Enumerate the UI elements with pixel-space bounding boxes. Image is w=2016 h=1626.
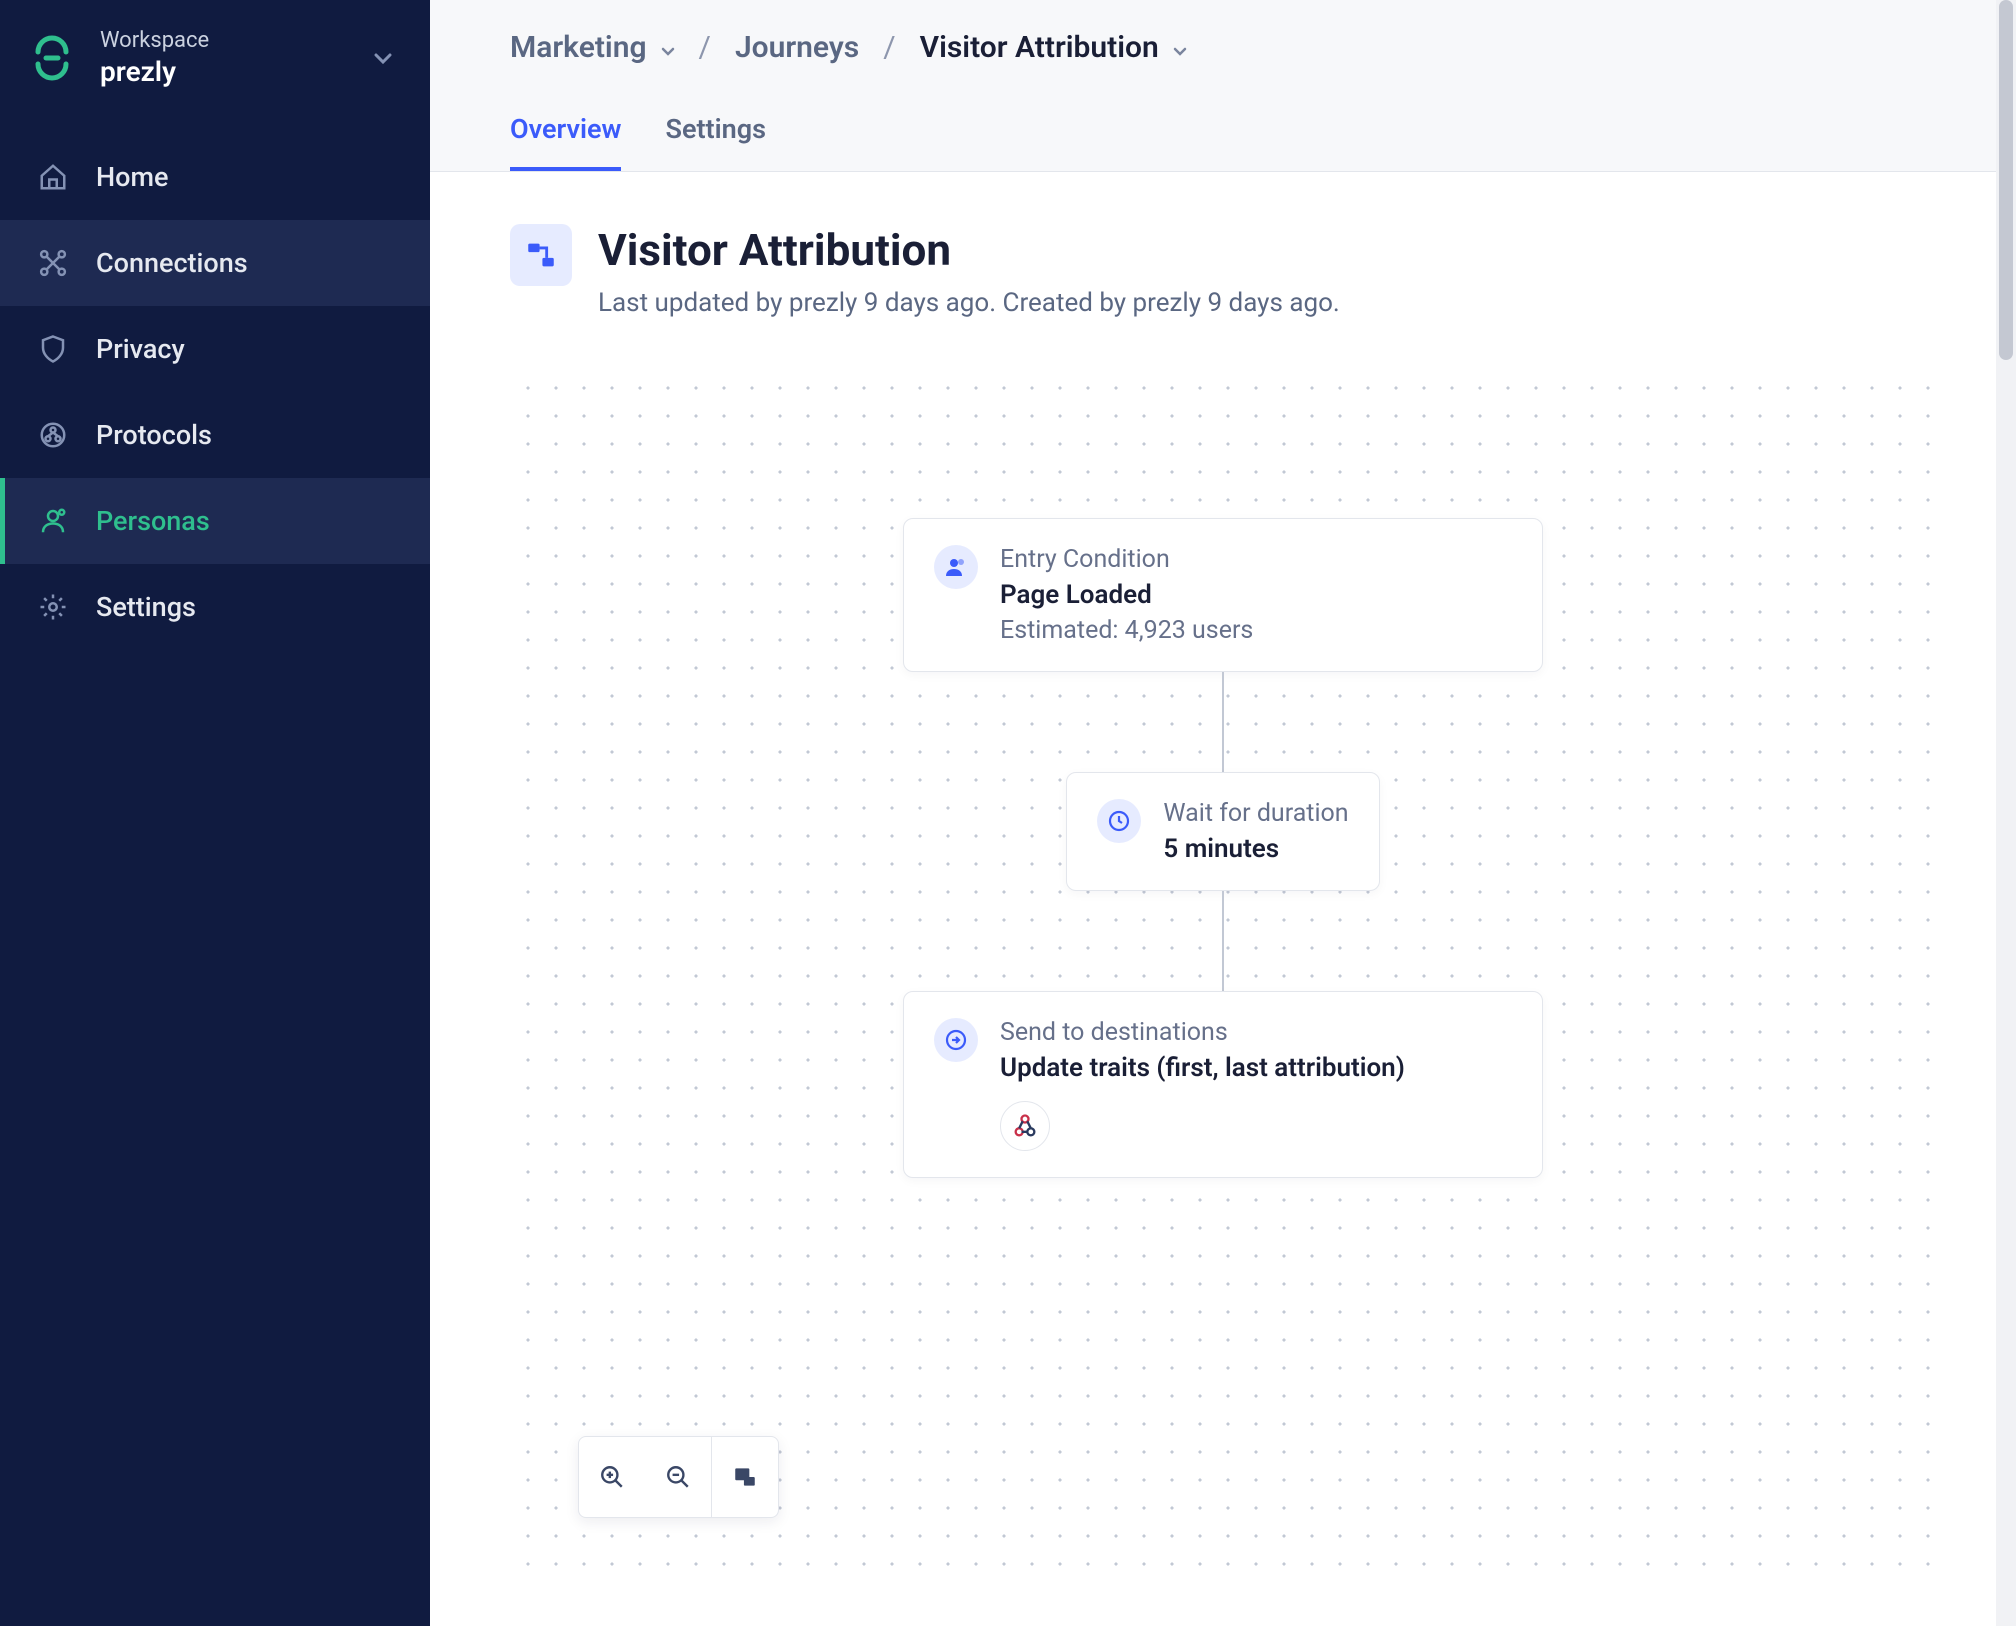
breadcrumb: Marketing / Journeys / Visitor Attributi…: [510, 30, 1936, 65]
flow-connector: [1222, 672, 1224, 772]
home-icon: [36, 160, 70, 194]
clock-icon: [1097, 799, 1141, 843]
workspace-switcher[interactable]: Workspace prezly: [0, 0, 430, 124]
header: Marketing / Journeys / Visitor Attributi…: [430, 0, 2016, 172]
flow-node-entry[interactable]: Entry Condition Page Loaded Estimated: 4…: [903, 518, 1543, 672]
content: Visitor Attribution Last updated by prez…: [430, 172, 2016, 1626]
journey-canvas[interactable]: Entry Condition Page Loaded Estimated: 4…: [510, 370, 1936, 1586]
canvas-toolbar: [578, 1436, 779, 1518]
chevron-down-icon: [374, 50, 392, 69]
tabs: Overview Settings: [510, 113, 1936, 171]
zoom-out-button[interactable]: [645, 1437, 711, 1517]
sidebar-item-label: Home: [96, 161, 168, 193]
sidebar-item-connections[interactable]: Connections: [0, 220, 430, 306]
workspace-label: Workspace: [100, 28, 209, 53]
breadcrumb-label: Visitor Attribution: [920, 30, 1159, 65]
sidebar-item-label: Privacy: [96, 333, 185, 365]
chevron-down-icon: [661, 30, 675, 65]
sidebar-item-label: Protocols: [96, 419, 212, 451]
scrollbar-thumb[interactable]: [1999, 0, 2013, 360]
connections-icon: [36, 246, 70, 280]
webhook-destination-icon: [1000, 1101, 1050, 1151]
sidebar-item-protocols[interactable]: Protocols: [0, 392, 430, 478]
node-estimate: Estimated: 4,923 users: [1000, 616, 1253, 645]
journey-icon: [510, 224, 572, 286]
logo-icon: [28, 34, 76, 82]
zoom-in-button[interactable]: [579, 1437, 645, 1517]
sidebar-item-label: Connections: [96, 247, 248, 279]
node-title: Page Loaded: [1000, 580, 1253, 610]
sidebar-item-label: Personas: [96, 505, 210, 537]
sidebar-item-privacy[interactable]: Privacy: [0, 306, 430, 392]
minimap-button[interactable]: [712, 1437, 778, 1517]
breadcrumb-project[interactable]: Marketing: [510, 30, 675, 65]
node-title: 5 minutes: [1163, 834, 1348, 864]
sidebar-item-label: Settings: [96, 591, 196, 623]
breadcrumb-label: Journeys: [735, 30, 859, 65]
sidebar-item-settings[interactable]: Settings: [0, 564, 430, 650]
sidebar-nav: Home Connections Privacy Protocols Perso…: [0, 134, 430, 650]
sidebar-item-personas[interactable]: Personas: [0, 478, 430, 564]
gear-icon: [36, 590, 70, 624]
page-subtitle: Last updated by prezly 9 days ago. Creat…: [598, 288, 1340, 318]
breadcrumb-section[interactable]: Journeys: [735, 30, 859, 65]
breadcrumb-current[interactable]: Visitor Attribution: [920, 30, 1187, 65]
node-label: Wait for duration: [1163, 799, 1348, 828]
breadcrumb-label: Marketing: [510, 30, 647, 65]
personas-icon: [36, 504, 70, 538]
scrollbar[interactable]: [1996, 0, 2016, 1626]
sidebar-item-home[interactable]: Home: [0, 134, 430, 220]
main: Marketing / Journeys / Visitor Attributi…: [430, 0, 2016, 1626]
page-title: Visitor Attribution: [598, 224, 1340, 276]
user-icon: [934, 545, 978, 589]
send-icon: [934, 1018, 978, 1062]
flow-connector: [1222, 891, 1224, 991]
flow-node-wait[interactable]: Wait for duration 5 minutes: [1066, 772, 1379, 891]
sidebar: Workspace prezly Home Connections Privac…: [0, 0, 430, 1626]
breadcrumb-separator: /: [699, 30, 711, 65]
node-label: Entry Condition: [1000, 545, 1253, 574]
tab-settings[interactable]: Settings: [665, 113, 766, 171]
workspace-name: prezly: [100, 55, 209, 88]
node-title: Update traits (first, last attribution): [1000, 1053, 1405, 1083]
chevron-down-icon: [1173, 30, 1187, 65]
protocols-icon: [36, 418, 70, 452]
node-label: Send to destinations: [1000, 1018, 1405, 1047]
shield-icon: [36, 332, 70, 366]
flow-node-destination[interactable]: Send to destinations Update traits (firs…: [903, 991, 1543, 1178]
tab-overview[interactable]: Overview: [510, 113, 621, 171]
breadcrumb-separator: /: [883, 30, 895, 65]
